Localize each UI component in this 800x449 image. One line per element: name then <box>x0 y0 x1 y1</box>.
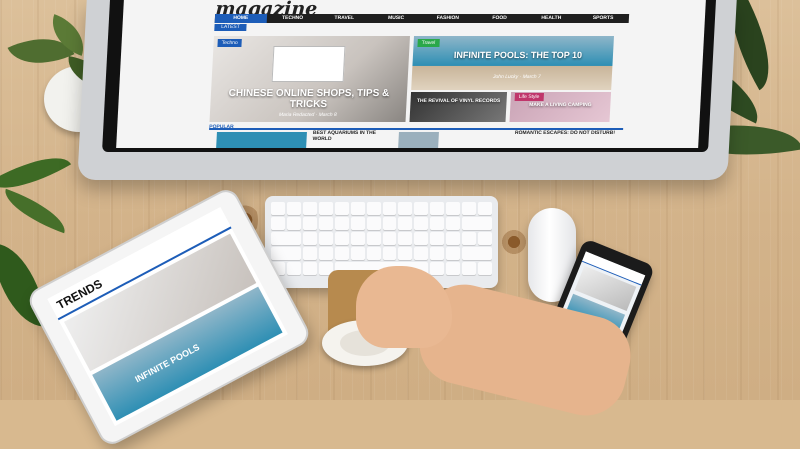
laptop-image <box>271 46 346 82</box>
card-title: INFINITE POOLS: THE TOP 10 <box>453 50 583 60</box>
nav-health[interactable]: HEALTH <box>525 14 577 23</box>
card-tag: Life Style <box>514 93 544 101</box>
card-tag: Travel <box>417 39 440 47</box>
monitor-screen: magazine HOME TECHNO TRAVEL MUSIC FASHIO… <box>116 0 706 148</box>
card-subtitle: John Lucky · March 7 <box>492 74 541 80</box>
nav-sports[interactable]: SPORTS <box>577 14 629 23</box>
nav-music[interactable]: MUSIC <box>370 14 422 23</box>
article-card-main[interactable]: Techno CHINESE ONLINE SHOPS, TIPS & TRIC… <box>209 36 410 122</box>
card-tag: Techno <box>217 39 242 47</box>
nav-fashion[interactable]: FASHION <box>422 14 474 23</box>
nav-techno[interactable]: TECHNO <box>266 14 318 23</box>
article-card-vinyl[interactable]: THE REVIVAL OF VINYL RECORDS <box>409 92 508 122</box>
card-subtitle: Maria Redacted · March 8 <box>278 112 337 118</box>
site-nav: HOME TECHNO TRAVEL MUSIC FASHION FOOD HE… <box>214 14 630 23</box>
popular-title[interactable]: BEST AQUARIUMS IN THE WORLD <box>312 130 383 142</box>
nav-home[interactable]: HOME <box>214 14 267 23</box>
popular-image[interactable] <box>398 132 439 148</box>
popular-title[interactable]: ROMANTIC ESCAPES: DO NOT DISTURB! <box>515 130 615 136</box>
nav-food[interactable]: FOOD <box>473 14 525 23</box>
card-title: MAKE A LIVING CAMPING <box>528 102 592 108</box>
article-card-living[interactable]: Life Style MAKE A LIVING CAMPING <box>509 92 612 122</box>
card-title: THE REVIVAL OF VINYL RECORDS <box>416 98 501 104</box>
wood-knot <box>500 228 528 256</box>
popular-image[interactable] <box>216 132 307 148</box>
card-title: CHINESE ONLINE SHOPS, TIPS & TRICKS <box>228 88 390 110</box>
nav-travel[interactable]: TRAVEL <box>318 14 370 23</box>
latest-tab[interactable]: LATEST <box>214 24 247 31</box>
article-card-pools[interactable]: Travel INFINITE POOLS: THE TOP 10 John L… <box>411 36 614 90</box>
